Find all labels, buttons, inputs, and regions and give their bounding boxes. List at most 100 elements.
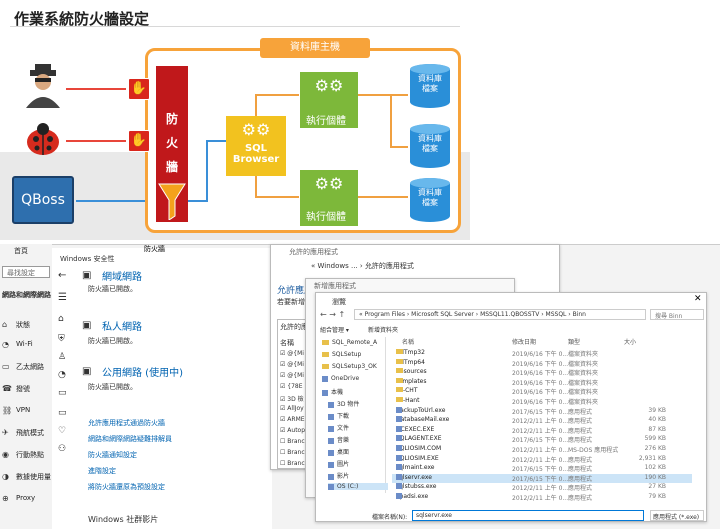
tree-item[interactable]: 音樂 xyxy=(328,435,349,444)
file-row[interactable]: SQLIOSIM.EXE 2012/2/11 上午 0... 應用程式 2,931 K… xyxy=(392,454,692,464)
allowed-apps-breadcrumb[interactable]: « Windows ... › 允許的應用程式 xyxy=(311,261,414,271)
organize-button[interactable]: 組合管理 ▾ xyxy=(320,325,349,334)
nav-data-usage[interactable]: 數據使用量 xyxy=(16,472,51,482)
nav-airplane[interactable]: 飛航模式 xyxy=(16,428,44,438)
nav-hotspot[interactable]: 行動熱點 xyxy=(16,450,44,460)
tree-item[interactable]: 桌面 xyxy=(328,447,349,456)
name-column-header: 名稱 xyxy=(280,339,294,347)
file-row[interactable]: SQLIOSIM.COM 2012/2/11 上午 0... MS-DOS 應用程式… xyxy=(392,445,692,454)
filename-input[interactable]: sqlservr.exe xyxy=(412,510,644,521)
file-row[interactable]: Resources 2019/6/16 下午 0... 檔案資料夾 xyxy=(392,368,692,377)
file-row[interactable]: DatabaseMail.exe 2012/2/11 上午 0... 應用程式 40 … xyxy=(392,416,692,425)
new-folder-button[interactable]: 新增資料夾 xyxy=(368,325,398,334)
file-type: 檔案資料夾 xyxy=(568,351,599,358)
tree-item-label: OneDrive xyxy=(331,375,360,382)
nav-proxy[interactable]: Proxy xyxy=(16,494,35,502)
allowed-app-item[interactable]: ☑ 3D 檢 xyxy=(280,394,304,403)
restore-defaults-link[interactable]: 將防火牆還原為預設設定 xyxy=(88,482,165,492)
home-icon: ⌂ xyxy=(2,320,8,329)
tree-item[interactable]: SQLSetup3_OK xyxy=(322,363,377,370)
nav-ethernet[interactable]: 乙太網路 xyxy=(16,362,44,372)
allowed-app-item[interactable]: ☐ Branc xyxy=(280,449,305,456)
private-network-link[interactable]: 私人網路 xyxy=(102,318,142,333)
file-name: DCEXEC.EXE xyxy=(396,425,434,433)
file-row[interactable]: Templates 2019/6/16 下午 0... 檔案資料夾 xyxy=(392,377,692,387)
col-type[interactable]: 類型 xyxy=(568,337,580,346)
file-row[interactable]: zh-Hant 2019/6/16 下午 0... 檔案資料夾 xyxy=(392,397,692,406)
address-bar[interactable]: « Program Files › Microsoft SQL Server ›… xyxy=(354,309,646,320)
file-row[interactable]: DllTmp64 2019/6/16 下午 0... 檔案資料夾 xyxy=(392,358,692,368)
tree-item[interactable]: 本機 xyxy=(322,387,343,396)
settings-sidebar: 首頁 尋找設定 網路和網際網路 ⌂ 狀態 ◔ Wi-Fi ▭ 乙太網路 ☎ 撥號… xyxy=(0,244,52,529)
tree-item[interactable]: 3D 物件 xyxy=(328,399,359,408)
file-row[interactable]: DllTmp32 2019/6/16 下午 0... 檔案資料夾 xyxy=(392,349,692,358)
file-row[interactable]: sqlmaint.exe 2017/6/15 下午 0... 應用程式 102 KB xyxy=(392,464,692,473)
home-link[interactable]: 首頁 xyxy=(14,246,28,256)
col-name[interactable]: 名稱 xyxy=(402,337,414,346)
allowed-app-item[interactable]: ☑ Autop xyxy=(280,427,305,434)
nav-vpn[interactable]: VPN xyxy=(16,406,30,414)
file-row[interactable]: xpadsi.exe 2012/2/11 上午 0... 應用程式 79 KB xyxy=(392,493,692,502)
section-title: 網路和網際網路 xyxy=(2,291,51,299)
allowed-app-item[interactable]: ☑ ARME xyxy=(280,416,305,423)
nav-status[interactable]: 狀態 xyxy=(16,320,30,330)
folder-icon xyxy=(396,377,403,383)
file-date: 2012/2/11 上午 0... xyxy=(512,427,569,435)
file-row[interactable]: sqlstubss.exe 2012/2/11 上午 0... 應用程式 27 KB xyxy=(392,483,692,492)
tree-item[interactable]: 圖片 xyxy=(328,459,349,468)
allowed-app-item[interactable]: ☐ Branc xyxy=(280,438,305,445)
allow-app-link[interactable]: 允許應用程式通過防火牆 xyxy=(88,418,165,428)
file-type: 檔案資料夾 xyxy=(568,389,599,397)
location-icon xyxy=(328,473,334,480)
firewall-char: 防 xyxy=(165,112,178,126)
menu-icon[interactable]: ☰ xyxy=(58,292,67,303)
allowed-app-item[interactable]: ☑ @{Mi xyxy=(280,361,304,368)
file-row[interactable]: DCEXEC.EXE 2012/2/11 上午 0... 應用程式 87 KB xyxy=(392,425,692,435)
allowed-app-item[interactable]: ☑ @{Mi xyxy=(280,350,304,357)
allowed-app-item[interactable]: ☐ Branc xyxy=(280,460,305,467)
flow-arrow xyxy=(358,94,408,96)
col-date[interactable]: 修改日期 xyxy=(512,337,536,346)
tree-item[interactable]: 下載 xyxy=(328,411,349,420)
allowed-app-item[interactable]: ☑ AllJoy xyxy=(280,405,304,412)
tree-item[interactable]: OS (C:) xyxy=(328,483,388,490)
tree-item[interactable]: SQL_Remote_A xyxy=(322,339,377,346)
search-input[interactable]: 尋找設定 xyxy=(2,266,50,278)
allowed-app-item[interactable]: ☑ {78E xyxy=(280,383,303,390)
public-network-link[interactable]: 公用網路 (使用中) xyxy=(102,364,183,379)
private-network-status: 防火牆已開啟。 xyxy=(88,337,137,345)
troubleshooter-link[interactable]: 網路和網際網路疑難排解員 xyxy=(88,434,172,444)
col-size[interactable]: 大小 xyxy=(624,337,636,346)
notification-settings-link[interactable]: 防火牆通知設定 xyxy=(88,450,137,460)
file-row[interactable]: SQLAGENT.EXE 2017/6/15 下午 0... 應用程式 599 KB xyxy=(392,435,692,444)
allowed-app-label: ARME xyxy=(287,416,305,423)
allowed-app-label: @{Mi xyxy=(287,372,304,379)
allowed-app-item[interactable]: ☑ @{Mi xyxy=(280,372,304,379)
file-browse-dialog: 瀏覽 ✕ ← → ↑ « Program Files › Microsoft S… xyxy=(315,292,707,522)
file-row[interactable]: BackupToUrl.exe 2017/6/15 下午 0... 應用程式 39 K… xyxy=(392,406,692,416)
file-row[interactable]: zh-CHT 2019/6/16 下午 0... 檔案資料夾 xyxy=(392,387,692,396)
tree-item[interactable]: 文件 xyxy=(328,423,349,432)
file-row[interactable]: sqlservr.exe 2017/6/15 下午 0... 應用程式 190 KB xyxy=(392,473,692,483)
location-icon xyxy=(322,389,328,396)
db-label: 資料庫 xyxy=(418,134,442,143)
domain-network-link[interactable]: 網域網路 xyxy=(102,268,142,283)
tree-item[interactable]: SQLSetup xyxy=(322,351,361,358)
file-date: 2017/6/15 下午 0... xyxy=(512,408,569,416)
wifi-side-icon: ◔ xyxy=(58,370,66,380)
tree-item[interactable]: OneDrive xyxy=(322,375,359,382)
file-name: sqlmaint.exe xyxy=(396,464,435,471)
filetype-select[interactable]: 應用程式 (*.exe) xyxy=(650,510,704,521)
search-box[interactable]: 搜尋 Binn xyxy=(650,309,704,320)
tree-item[interactable]: 影片 xyxy=(328,471,349,480)
advanced-settings-link[interactable]: 進階設定 xyxy=(88,466,116,476)
back-arrow-icon[interactable]: ← xyxy=(58,270,66,281)
close-icon[interactable]: ✕ xyxy=(694,294,702,304)
browse-title: 瀏覽 xyxy=(332,298,346,306)
file-name-text: SQLIOSIM.COM xyxy=(396,445,442,452)
tree-item-label: 3D 物件 xyxy=(337,401,360,408)
nav-dialup[interactable]: 撥號 xyxy=(16,384,30,394)
nav-wifi[interactable]: Wi-Fi xyxy=(16,340,33,348)
ladybug-icon xyxy=(22,122,64,158)
back-icon[interactable]: ← → ↑ xyxy=(320,310,345,319)
